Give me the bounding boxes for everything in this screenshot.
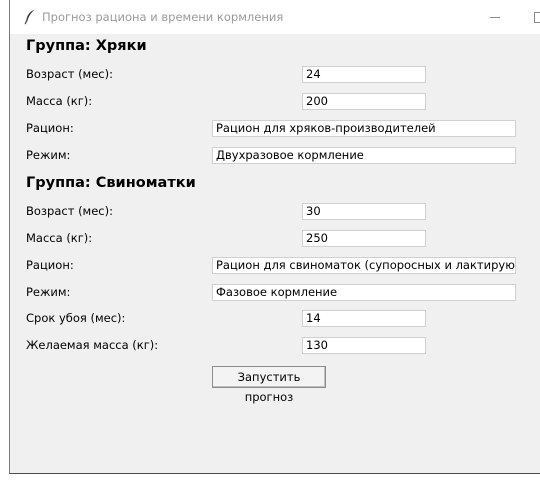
minimize-button[interactable] [480, 4, 510, 30]
sows-mode-label: Режим: [26, 285, 71, 299]
sows-ration-label: Рацион: [26, 258, 74, 272]
boars-mass-label: Масса (кг): [26, 94, 93, 108]
slaughter-term-input[interactable]: 14 [302, 310, 426, 327]
sows-mass-label: Масса (кг): [26, 231, 93, 245]
boars-ration-input[interactable]: Рацион для хряков-производителей [212, 120, 516, 137]
feather-icon [24, 9, 35, 25]
window-title: Прогноз рациона и времени кормления [42, 10, 284, 24]
boars-age-label: Возраст (мес): [26, 67, 113, 81]
app-window: Прогноз рациона и времени кормления Груп… [9, 0, 540, 474]
sows-mode-input[interactable]: Фазовое кормление [212, 284, 516, 301]
boars-mass-input[interactable]: 200 [302, 93, 426, 110]
slaughter-term-label: Срок убоя (мес): [26, 311, 126, 325]
target-mass-input[interactable]: 130 [302, 337, 426, 354]
sows-age-input[interactable]: 30 [302, 203, 426, 220]
sows-age-label: Возраст (мес): [26, 204, 113, 218]
sows-ration-input[interactable]: Рацион для свиноматок (супоросных и лакт… [212, 257, 516, 274]
boars-ration-label: Рацион: [26, 121, 74, 135]
boars-mode-label: Режим: [26, 148, 71, 162]
target-mass-label: Желаемая масса (кг): [26, 338, 159, 352]
group-sows-heading: Группа: Свиноматки [26, 175, 196, 191]
maximize-button[interactable] [524, 4, 540, 30]
run-forecast-button[interactable]: Запустить прогноз [212, 366, 326, 404]
title-bar[interactable]: Прогноз рациона и времени кормления [10, 0, 540, 34]
group-boars-heading: Группа: Хряки [26, 38, 147, 54]
sows-mass-input[interactable]: 250 [302, 230, 426, 247]
boars-age-input[interactable]: 24 [302, 66, 426, 83]
boars-mode-input[interactable]: Двухразовое кормление [212, 147, 516, 164]
